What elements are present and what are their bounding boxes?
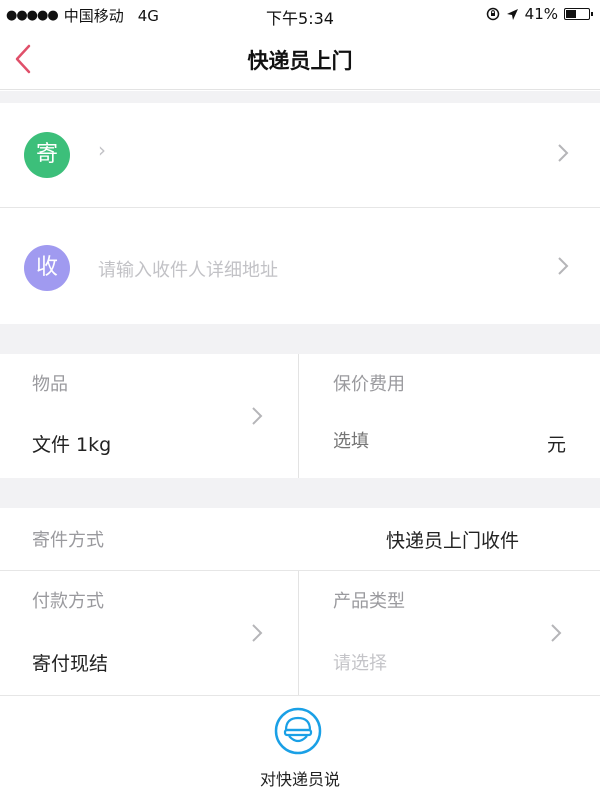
send-method-row: 寄件方式 快递员上门收件 bbox=[0, 508, 600, 570]
location-arrow-icon bbox=[506, 8, 518, 20]
chevron-right-icon bbox=[558, 257, 569, 275]
orientation-lock-icon bbox=[486, 7, 499, 21]
sender-address-row[interactable]: 寄 › bbox=[0, 103, 600, 207]
sender-badge: 寄 bbox=[24, 132, 70, 178]
section-gap bbox=[0, 478, 600, 508]
page-title: 快递员上门 bbox=[247, 49, 353, 73]
send-method-value: 快递员上门收件 bbox=[386, 530, 520, 552]
chevron-right-icon bbox=[252, 624, 263, 642]
battery-percent: 41% bbox=[524, 5, 558, 23]
payment-cell[interactable]: 付款方式 寄付现结 bbox=[0, 571, 298, 695]
payment-label: 付款方式 bbox=[32, 591, 104, 612]
product-type-label: 产品类型 bbox=[333, 591, 405, 612]
item-label: 物品 bbox=[32, 374, 68, 395]
item-cell[interactable]: 物品 文件 1kg bbox=[0, 354, 298, 478]
courier-helmet-icon bbox=[274, 707, 322, 755]
insurance-input[interactable] bbox=[333, 426, 523, 456]
battery-icon bbox=[564, 8, 593, 20]
item-insurance-row: 物品 文件 1kg 保价费用 元 bbox=[0, 354, 600, 478]
receiver-badge: 收 bbox=[24, 245, 70, 291]
status-bar: ●●●●● 中国移动 4G 下午5:34 41% bbox=[0, 0, 600, 28]
nav-bar: 快递员上门 bbox=[0, 28, 600, 90]
chevron-right-icon bbox=[551, 624, 562, 642]
payment-product-row: 付款方式 寄付现结 产品类型 请选择 bbox=[0, 571, 600, 695]
clock: 下午5:34 bbox=[266, 9, 334, 28]
say-to-courier-label: 对快递员说 bbox=[259, 770, 340, 789]
section-gap bbox=[0, 324, 600, 354]
insurance-label: 保价费用 bbox=[333, 374, 405, 395]
item-value: 文件 1kg bbox=[32, 434, 112, 456]
product-type-placeholder: 请选择 bbox=[333, 653, 387, 674]
payment-value: 寄付现结 bbox=[32, 653, 109, 675]
insurance-cell: 保价费用 元 bbox=[299, 354, 600, 478]
receiver-address-placeholder: 请输入收件人详细地址 bbox=[98, 260, 278, 281]
section-gap bbox=[0, 91, 600, 103]
product-type-cell[interactable]: 产品类型 请选择 bbox=[299, 571, 600, 695]
send-method-label: 寄件方式 bbox=[32, 530, 104, 551]
insurance-unit: 元 bbox=[547, 434, 567, 456]
say-to-courier-button[interactable]: 对快递员说 bbox=[0, 696, 600, 808]
sender-address-text: › bbox=[98, 138, 106, 162]
chevron-right-icon bbox=[558, 144, 569, 162]
receiver-address-row[interactable]: 收 请输入收件人详细地址 bbox=[0, 208, 600, 324]
chevron-right-icon bbox=[252, 407, 263, 425]
